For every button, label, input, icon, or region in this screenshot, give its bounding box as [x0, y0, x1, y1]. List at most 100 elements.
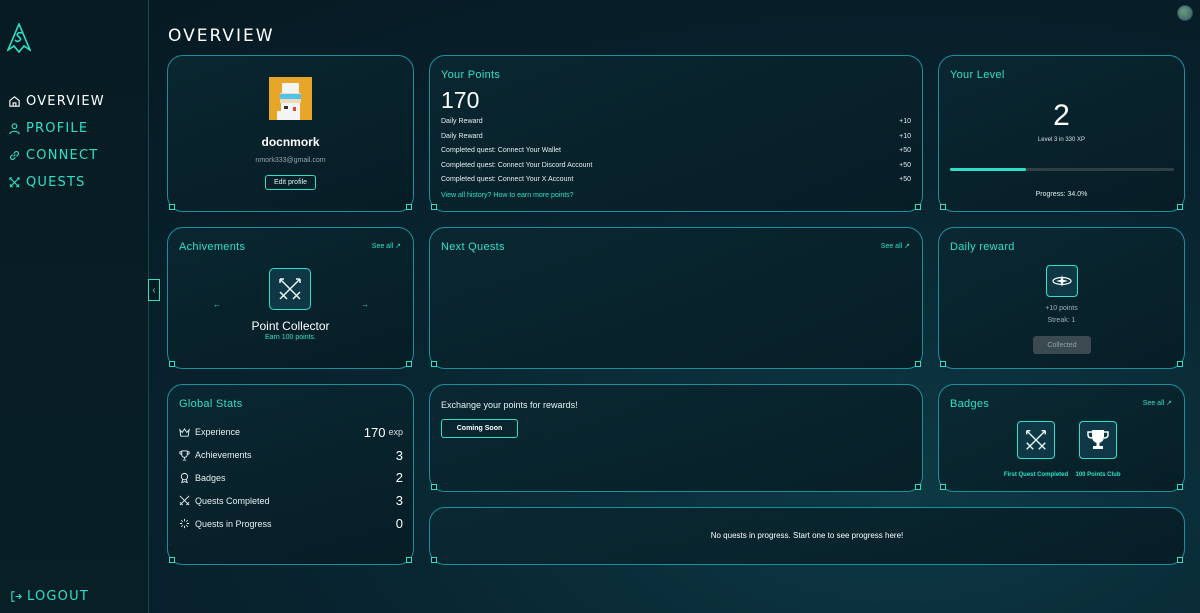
user-icon: [9, 123, 20, 135]
sidebar-item-label: CONNECT: [26, 148, 99, 163]
loader-icon: [179, 518, 190, 529]
sidebar-item-label: QUESTS: [26, 175, 86, 190]
level-progress-bar: [950, 168, 1174, 171]
achievement-description: Earn 100 points.: [265, 334, 316, 341]
logo-icon[interactable]: [7, 23, 31, 53]
stat-value: 3: [395, 493, 403, 509]
arrow-right-icon[interactable]: →: [361, 300, 369, 309]
sidebar-item-label: PROFILE: [26, 121, 89, 136]
achievements-title: Achivements: [179, 241, 246, 253]
history-value: +50: [899, 176, 911, 183]
points-title: Your Points: [441, 69, 501, 81]
list-item: Completed quest: Connect Your Wallet +50: [441, 147, 911, 162]
logout-label: LOGOUT: [27, 589, 89, 604]
daily-reward-streak: Streak: 1: [1047, 317, 1076, 324]
swords-icon: [279, 278, 301, 300]
sidebar-item-profile[interactable]: PROFILE: [8, 115, 105, 142]
level-progress-label: Progress: 34.0%: [1035, 191, 1088, 198]
coming-soon-button[interactable]: Coming Soon: [441, 419, 518, 438]
logout-button[interactable]: LOGOUT: [10, 589, 89, 604]
stat-row-experience: Experience 170 exp: [179, 421, 403, 444]
email: nmork333@gmail.com: [255, 157, 326, 164]
stat-value: 2: [395, 470, 403, 486]
stat-label: Quests in Progress: [195, 518, 272, 529]
level-subtitle: Level 3 in 330 XP: [1037, 137, 1086, 143]
history-label: Completed quest: Connect Your Discord Ac…: [441, 161, 593, 169]
points-history-list: Daily Reward +10 Daily Reward +10 Complete…: [441, 118, 911, 191]
list-item: Daily Reward +10: [441, 133, 911, 148]
swords-icon: [1026, 430, 1046, 450]
daily-reward-icon: [1046, 265, 1078, 297]
badge-100-points[interactable]: [1079, 421, 1117, 459]
sidebar-item-connect[interactable]: CONNECT: [8, 142, 105, 169]
stat-value: 170: [363, 424, 386, 440]
stat-label: Quests Completed: [195, 495, 270, 506]
stat-row-achievements: Achievements 3: [179, 444, 403, 467]
empty-quests-message: No quests in progress. Start one to see …: [710, 531, 904, 540]
chevron-left-icon: ‹: [152, 284, 156, 296]
exchange-card: Exchange your points for rewards! Coming…: [429, 384, 923, 492]
achievements-see-all-link[interactable]: See all ↗: [372, 242, 401, 250]
link-icon: [9, 150, 20, 161]
quests-progress-card: No quests in progress. Start one to see …: [429, 507, 1185, 565]
list-item: Completed quest: Connect Your X Account +…: [441, 176, 911, 191]
badges-see-all-link[interactable]: See all ↗: [1143, 399, 1172, 407]
level-number: 2: [1053, 99, 1070, 132]
collected-button[interactable]: Collected: [1033, 336, 1091, 354]
points-total: 170: [441, 87, 480, 113]
next-quests-card: Next Quests See all ↗: [429, 227, 923, 369]
badge-first-quest[interactable]: [1017, 421, 1055, 459]
stat-label: Experience: [195, 427, 241, 438]
achievements-card: Achivements See all ↗ ← → Point Collecto…: [167, 227, 414, 369]
stats-list: Experience 170 exp Achievements 3 Badges…: [179, 421, 403, 535]
level-card: Your Level 2 Level 3 in 330 XP Progress:…: [938, 55, 1185, 212]
sidebar-item-quests[interactable]: QUESTS: [8, 169, 105, 196]
medal-icon: [180, 473, 189, 484]
history-label: Completed quest: Connect Your Wallet: [441, 147, 561, 154]
profile-picture: [269, 77, 312, 120]
global-stats-card: Global Stats Experience 170 exp Achievem…: [167, 384, 414, 565]
daily-reward-card: Daily reward +10 points Streak: 1 Collec…: [938, 227, 1185, 369]
badges-card: Badges See all ↗ First Quest Completed 1…: [938, 384, 1185, 492]
badge-label: 100 Points Club: [1075, 472, 1121, 478]
avatar[interactable]: [1177, 5, 1193, 21]
username: docnmork: [261, 135, 320, 149]
crown-icon: [179, 427, 190, 437]
history-label: Daily Reward: [441, 118, 483, 125]
daily-reward-title: Daily reward: [950, 241, 1015, 253]
logout-icon: [11, 591, 22, 602]
stat-row-quests-completed: Quests Completed 3: [179, 489, 403, 512]
arrow-left-icon[interactable]: ←: [213, 300, 221, 309]
global-stats-title: Global Stats: [179, 398, 243, 410]
level-progress-fill: [950, 168, 1027, 171]
edit-profile-button[interactable]: Edit profile: [265, 175, 316, 190]
exchange-text: Exchange your points for rewards!: [441, 400, 578, 410]
stat-row-quests-in-progress: Quests in Progress 0: [179, 512, 403, 535]
stat-value: 3: [395, 447, 403, 463]
daily-reward-points: +10 points: [1045, 305, 1078, 312]
sidebar-nav: OVERVIEW PROFILE CONNECT QUESTS: [8, 88, 105, 196]
points-card: Your Points 170 Daily Reward +10 Daily Re…: [429, 55, 923, 212]
achievement-name: Point Collector: [251, 319, 330, 333]
collapse-sidebar-button[interactable]: ‹: [148, 279, 160, 301]
history-value: +10: [899, 132, 911, 140]
history-value: +50: [899, 161, 911, 169]
history-value: +10: [899, 118, 911, 125]
orbit-icon: [1052, 275, 1072, 287]
next-quests-title: Next Quests: [441, 241, 505, 253]
next-quests-see-all-link[interactable]: See all ↗: [881, 242, 910, 250]
badge-label: First Quest Completed: [1003, 472, 1069, 478]
page-title: OVERVIEW: [168, 26, 275, 46]
sidebar-item-label: OVERVIEW: [26, 94, 105, 109]
profile-card: docnmork nmork333@gmail.com Edit profile: [167, 55, 414, 212]
list-item: Daily Reward +10: [441, 118, 911, 133]
achievement-badge: [269, 268, 311, 310]
history-value: +50: [899, 147, 911, 154]
stat-row-badges: Badges 2: [179, 467, 403, 490]
history-label: Completed quest: Connect Your X Account: [441, 176, 574, 183]
stat-value: 0: [395, 516, 403, 532]
stat-unit: exp: [388, 427, 403, 438]
sidebar-item-overview[interactable]: OVERVIEW: [8, 88, 105, 115]
swords-icon: [179, 495, 190, 506]
points-help-link[interactable]: View all history? How to earn more point…: [441, 192, 574, 199]
